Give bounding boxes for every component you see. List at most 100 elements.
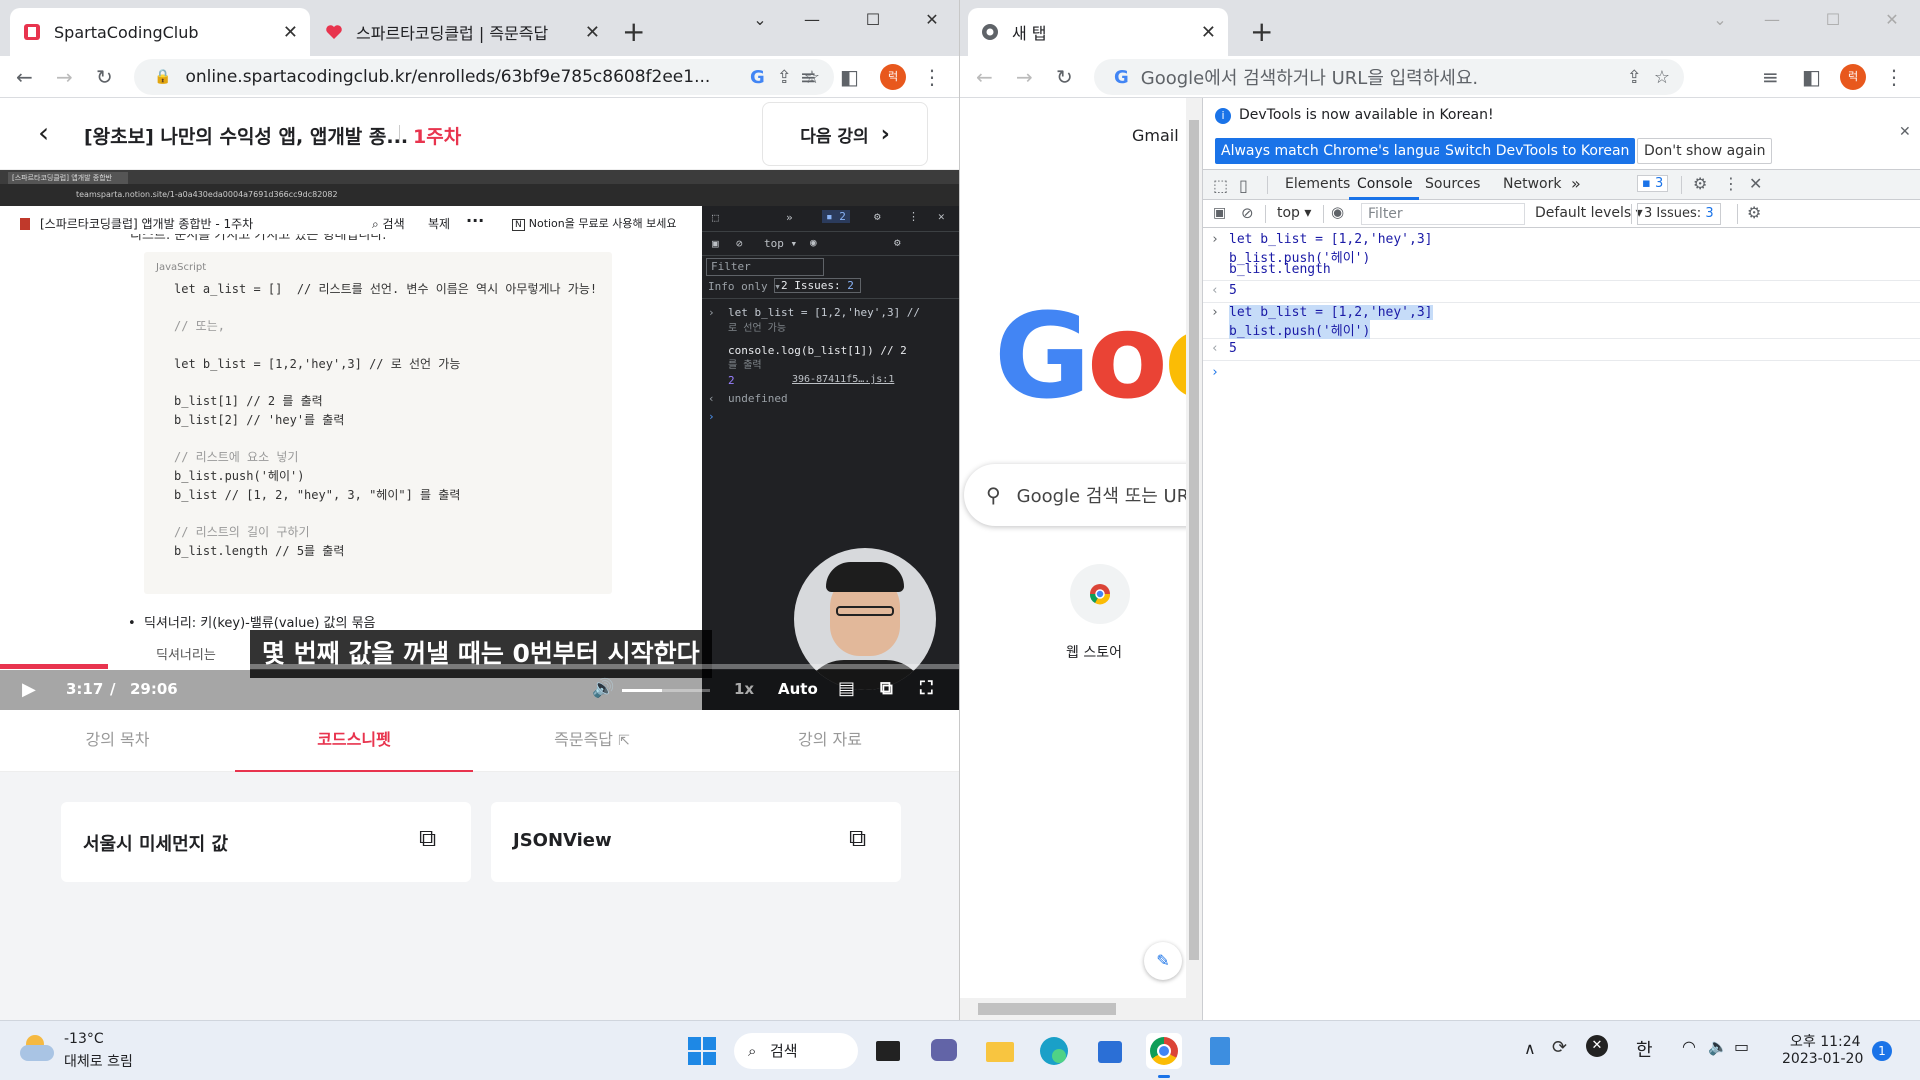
scrollbar-thumb[interactable] — [978, 1003, 1116, 1015]
teams-chat-icon[interactable] — [926, 1033, 962, 1069]
close-banner-icon[interactable]: ✕ — [1899, 124, 1911, 140]
tab-search-icon[interactable]: ⌄ — [1700, 10, 1740, 29]
chrome-menu-icon[interactable]: ⋮ — [922, 67, 942, 87]
clock-time[interactable]: 오후 11:24 — [1790, 1031, 1861, 1051]
tab-code-snippets[interactable]: 코드스니펫 — [235, 710, 473, 772]
sidebar-toggle-icon[interactable]: ▣ — [1213, 205, 1226, 221]
issues-button[interactable]: 3 Issues: 3 — [1637, 203, 1721, 225]
google-search-box[interactable]: ⚲ Google 검색 또는 URL — [964, 464, 1186, 526]
maximize-button[interactable]: ☐ — [1813, 10, 1853, 29]
console-input-line[interactable]: let b_list = [1,2,'hey',3] — [1229, 305, 1433, 320]
live-expression-eye-icon[interactable]: ◉ — [1331, 203, 1344, 221]
ime-indicator[interactable]: 한 — [1636, 1036, 1653, 1062]
issues-counter[interactable]: ▪ 3 — [1637, 175, 1669, 192]
pip-icon[interactable]: ⧉ — [880, 678, 893, 699]
tab-search-icon[interactable]: ⌄ — [740, 10, 780, 29]
customize-menu-icon[interactable]: ⋮ — [1723, 174, 1739, 193]
tab-new-tab[interactable]: 새 탭 ✕ — [968, 8, 1228, 56]
profile-avatar[interactable]: 럭 — [1840, 64, 1866, 90]
inspect-element-icon[interactable]: ⬚ — [1213, 176, 1228, 195]
close-tab-icon[interactable]: ✕ — [1201, 22, 1216, 43]
tab-spartacodingclub[interactable]: SpartaCodingClub ✕ — [10, 8, 310, 56]
file-explorer-icon[interactable] — [982, 1033, 1018, 1069]
close-tab-icon[interactable]: ✕ — [585, 22, 600, 43]
device-toolbar-icon[interactable]: ▯ — [1239, 176, 1248, 195]
speaker-icon[interactable]: 🔈 — [1708, 1037, 1728, 1056]
horizontal-scrollbar[interactable] — [960, 998, 1202, 1020]
tab-sparta-qa[interactable]: 스파르타코딩클럽 | 즉문즉답 ✕ — [312, 8, 612, 56]
console-input-line[interactable]: let b_list = [1,2,'hey',3] — [1229, 232, 1433, 247]
console-settings-icon[interactable]: ⚙ — [1747, 203, 1761, 222]
taskbar-search[interactable]: ⌕ 검색 — [734, 1033, 858, 1069]
volume-slider[interactable] — [622, 689, 710, 692]
maximize-button[interactable]: ☐ — [853, 10, 893, 29]
close-window-button[interactable]: ✕ — [1872, 10, 1912, 29]
bookmark-star-icon[interactable]: ☆ — [1654, 67, 1670, 88]
volume-icon[interactable]: 🔊 — [592, 678, 614, 699]
copy-icon[interactable]: ⧉ — [419, 824, 436, 852]
tab-materials[interactable]: 강의 자료 — [711, 710, 949, 772]
settings-gear-icon[interactable]: ⚙ — [1693, 174, 1707, 193]
tab-elements[interactable]: Elements — [1285, 176, 1350, 192]
console-input-line[interactable]: b_list.push('헤이') — [1229, 320, 1371, 339]
chrome-menu-icon[interactable]: ⋮ — [1884, 67, 1904, 87]
edge-browser-icon[interactable] — [1036, 1033, 1072, 1069]
new-tab-button[interactable]: + — [1250, 12, 1273, 52]
match-language-button[interactable]: Always match Chrome's language — [1215, 138, 1465, 164]
share-icon[interactable]: ⇪ — [1627, 67, 1642, 88]
customize-pencil-icon[interactable]: ✎ — [1144, 942, 1182, 980]
wifi-icon[interactable]: ◠ — [1682, 1037, 1696, 1056]
clock-date[interactable]: 2023-01-20 — [1782, 1051, 1863, 1067]
address-bar[interactable]: 🔒 online.spartacodingclub.kr/enrolleds/6… — [134, 59, 834, 95]
next-lecture-button[interactable]: 다음 강의 › — [762, 102, 928, 166]
console-prompt-icon[interactable]: › — [1211, 365, 1219, 380]
close-tab-icon[interactable]: ✕ — [283, 22, 298, 43]
back-icon[interactable]: ← — [16, 67, 33, 87]
snippet-card[interactable]: JSONView ⧉ — [491, 802, 901, 882]
minimize-button[interactable]: — — [792, 10, 832, 29]
scrollbar-thumb[interactable] — [1189, 120, 1199, 960]
share-icon[interactable]: ⇪ — [777, 67, 792, 88]
more-tabs-icon[interactable]: » — [1571, 174, 1581, 193]
speed-button[interactable]: 1x — [734, 680, 754, 698]
close-window-button[interactable]: ✕ — [912, 10, 952, 29]
copy-icon[interactable]: ⧉ — [849, 824, 866, 852]
seek-bar[interactable] — [0, 664, 959, 669]
captions-icon[interactable]: ▤ — [838, 678, 855, 699]
battery-icon[interactable]: ▭ — [1734, 1037, 1749, 1056]
side-panel-icon[interactable]: ◧ — [840, 67, 859, 87]
back-chevron-icon[interactable]: ‹ — [38, 118, 49, 148]
notification-badge[interactable]: 1 — [1872, 1041, 1892, 1061]
tab-lecture-toc[interactable]: 강의 목차 — [0, 710, 235, 772]
show-hidden-icons-chevron[interactable]: ∧ — [1524, 1039, 1536, 1058]
fullscreen-icon[interactable]: ⛶ — [920, 678, 933, 699]
web-store-shortcut[interactable] — [1070, 564, 1130, 624]
quality-button[interactable]: Auto — [778, 680, 818, 698]
context-selector[interactable]: top ▾ — [1277, 205, 1311, 221]
back-icon[interactable]: ← — [976, 67, 993, 87]
forward-icon[interactable]: → — [56, 67, 73, 87]
side-panel-icon[interactable]: ◧ — [1802, 67, 1821, 87]
gmail-link[interactable]: Gmail — [1132, 126, 1179, 145]
profile-avatar[interactable]: 럭 — [880, 64, 906, 90]
snippet-card[interactable]: 서울시 미세먼지 값 ⧉ — [61, 802, 471, 882]
notepad-icon[interactable] — [1202, 1033, 1238, 1069]
sync-icon[interactable]: ⟳ — [1552, 1037, 1567, 1058]
console-filter-input[interactable]: Filter — [1361, 203, 1525, 225]
console-input-line[interactable]: b_list.length — [1229, 262, 1331, 277]
video-player[interactable]: [스파르타코딩클럽] 앱개발 종합반 teamsparta.notion.sit… — [0, 170, 959, 710]
vertical-scrollbar[interactable] — [1186, 98, 1202, 998]
x-app-icon[interactable]: ✕ — [1586, 1035, 1608, 1057]
google-lens-icon[interactable]: G — [750, 67, 765, 88]
tab-console[interactable]: Console — [1357, 176, 1413, 192]
clear-console-icon[interactable]: ⊘ — [1241, 204, 1254, 222]
tab-sources[interactable]: Sources — [1425, 176, 1480, 192]
minimize-button[interactable]: — — [1752, 10, 1792, 29]
close-devtools-icon[interactable]: ✕ — [1749, 174, 1762, 193]
chrome-taskbar-icon[interactable] — [1146, 1033, 1182, 1078]
address-bar[interactable]: G Google에서 검색하거나 URL을 입력하세요. ⇪ ☆ — [1094, 59, 1684, 95]
task-view-icon[interactable] — [870, 1033, 906, 1069]
reload-icon[interactable]: ↻ — [1056, 67, 1073, 87]
tab-network[interactable]: Network — [1503, 176, 1561, 192]
dont-show-again-button[interactable]: Don't show again — [1637, 138, 1773, 164]
